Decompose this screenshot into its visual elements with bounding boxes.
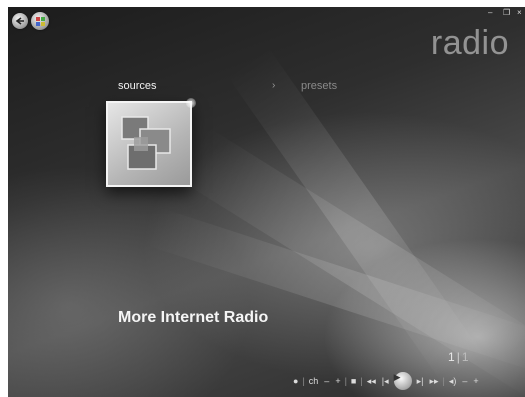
media-center-window: – ❐ × radio sources › presets More Inter… bbox=[0, 0, 525, 397]
page-current: 1 bbox=[448, 350, 455, 364]
internet-radio-tile-icon bbox=[121, 116, 171, 170]
tab-sources[interactable]: sources bbox=[118, 80, 157, 92]
back-arrow-icon bbox=[15, 17, 24, 25]
tab-presets[interactable]: presets bbox=[301, 80, 337, 92]
channel-down-button[interactable]: – bbox=[321, 376, 332, 386]
previous-button[interactable]: |◂ bbox=[379, 376, 392, 387]
page-divider: | bbox=[456, 350, 460, 364]
start-button[interactable] bbox=[31, 12, 49, 30]
rewind-button[interactable]: ◂◂ bbox=[364, 376, 379, 387]
more-internet-radio-tile[interactable] bbox=[106, 101, 192, 187]
tab-separator-icon: › bbox=[272, 80, 276, 91]
volume-up-button[interactable]: + bbox=[470, 376, 481, 386]
channel-label: ch bbox=[308, 376, 319, 386]
windows-logo-icon bbox=[35, 16, 45, 26]
focus-glow bbox=[186, 98, 196, 108]
page-title: radio bbox=[430, 24, 509, 62]
close-button[interactable]: × bbox=[517, 9, 522, 17]
volume-down-button[interactable]: – bbox=[459, 376, 470, 386]
back-button[interactable] bbox=[12, 13, 28, 29]
fast-forward-button[interactable]: ▸▸ bbox=[426, 376, 441, 387]
mute-button[interactable]: ◂) bbox=[446, 376, 460, 387]
radio-screen bbox=[8, 7, 525, 397]
transport-controls: ● | ch – + | ■ | ◂◂ |◂ ▶ ▸| ▸▸ | ◂) – + bbox=[290, 370, 482, 392]
selected-item-caption: More Internet Radio bbox=[118, 309, 269, 326]
page-indicator: 1 | 1 bbox=[448, 350, 469, 364]
channel-up-button[interactable]: + bbox=[332, 376, 343, 386]
minimize-button[interactable]: – bbox=[488, 9, 492, 17]
next-button[interactable]: ▸| bbox=[414, 376, 427, 387]
record-button[interactable]: ● bbox=[290, 376, 301, 386]
page-total: 1 bbox=[461, 350, 469, 364]
stop-button[interactable]: ■ bbox=[348, 376, 359, 386]
restore-button[interactable]: ❐ bbox=[503, 9, 510, 17]
play-icon: ▶ bbox=[393, 372, 401, 382]
play-button[interactable]: ▶ bbox=[393, 372, 412, 390]
